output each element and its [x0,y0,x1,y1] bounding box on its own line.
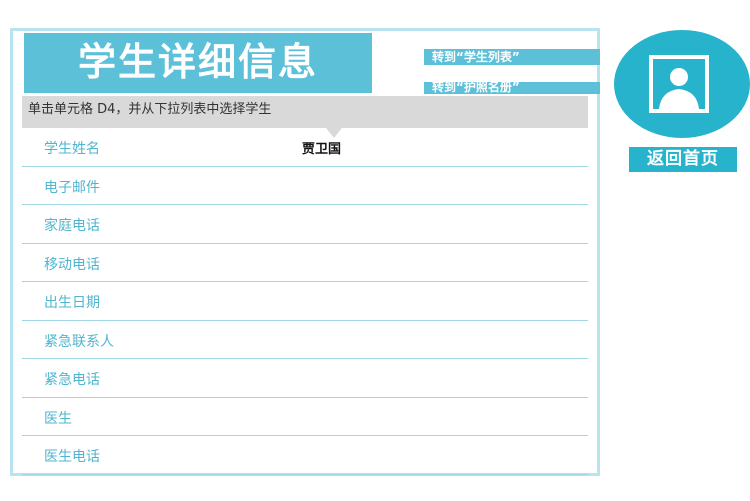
table-row: 紧急电话 [22,359,588,398]
table-row: 医生 [22,398,588,436]
table-row: 电子邮件 [22,167,588,205]
row-label: 出生日期 [44,295,100,311]
row-label: 家庭电话 [44,218,100,234]
table-row: 医生电话 [22,436,588,475]
row-label: 电子邮件 [44,179,100,196]
instruction-tooltip: 单击单元格 D4，并从下拉列表中选择学生 [22,96,588,128]
details-table: 学生姓名 贾卫国 电子邮件 家庭电话 移动电话 出生日期 紧急联系人 紧急电话 … [22,128,588,475]
goto-student-list-link[interactable]: 转到“学生列表” [424,49,600,65]
table-row: 移动电话 [22,244,588,282]
person-photo-icon [649,55,709,113]
page-title: 学生详细信息 [77,40,318,84]
row-label: 医生 [44,410,72,427]
row-label: 紧急联系人 [44,333,114,350]
tooltip-pointer [326,128,342,138]
student-name-select[interactable]: 贾卫国 [302,138,341,157]
table-row: 紧急联系人 [22,321,588,359]
row-label: 学生姓名 [44,141,100,157]
table-row: 学生姓名 贾卫国 [22,128,588,167]
table-row: 家庭电话 [22,205,588,244]
return-home-button[interactable]: 返回首页 [629,147,737,172]
table-row: 出生日期 [22,282,588,321]
row-label: 紧急电话 [44,372,100,388]
row-label: 移动电话 [44,256,100,273]
title-banner: 学生详细信息 [24,33,372,93]
row-label: 医生电话 [44,449,100,465]
goto-second-link[interactable]: 转到“护照名册” [424,82,600,94]
